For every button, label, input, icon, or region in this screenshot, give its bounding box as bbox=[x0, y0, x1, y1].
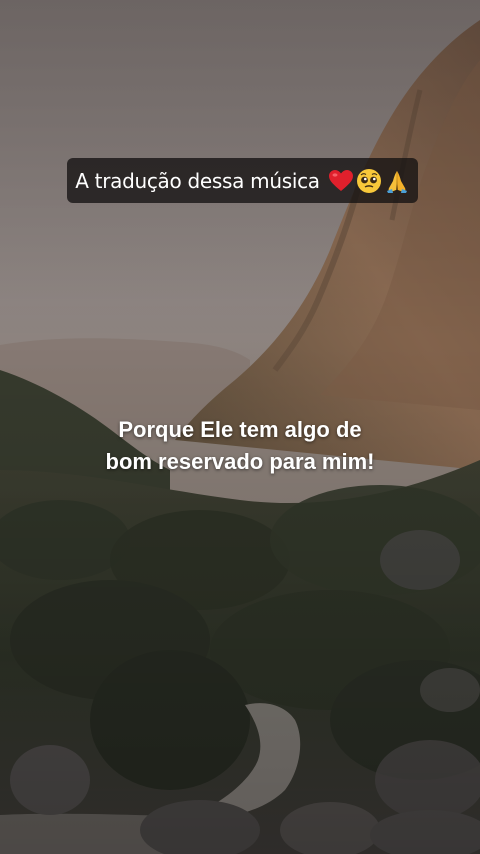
caption-emojis bbox=[328, 168, 410, 194]
pleading-face-icon bbox=[356, 168, 381, 193]
caption-banner: A tradução dessa música bbox=[67, 158, 418, 203]
video-frame: A tradução dessa música Porque Ele tem a… bbox=[0, 0, 480, 854]
folded-hands-icon bbox=[386, 170, 407, 193]
lyric-subtitle: Porque Ele tem algo de bom reservado par… bbox=[0, 414, 480, 478]
lyric-line-1: Porque Ele tem algo de bbox=[118, 417, 362, 442]
caption-text: A tradução dessa música bbox=[75, 168, 320, 193]
red-heart-icon bbox=[328, 169, 353, 191]
lyric-line-2: bom reservado para mim! bbox=[105, 449, 375, 474]
